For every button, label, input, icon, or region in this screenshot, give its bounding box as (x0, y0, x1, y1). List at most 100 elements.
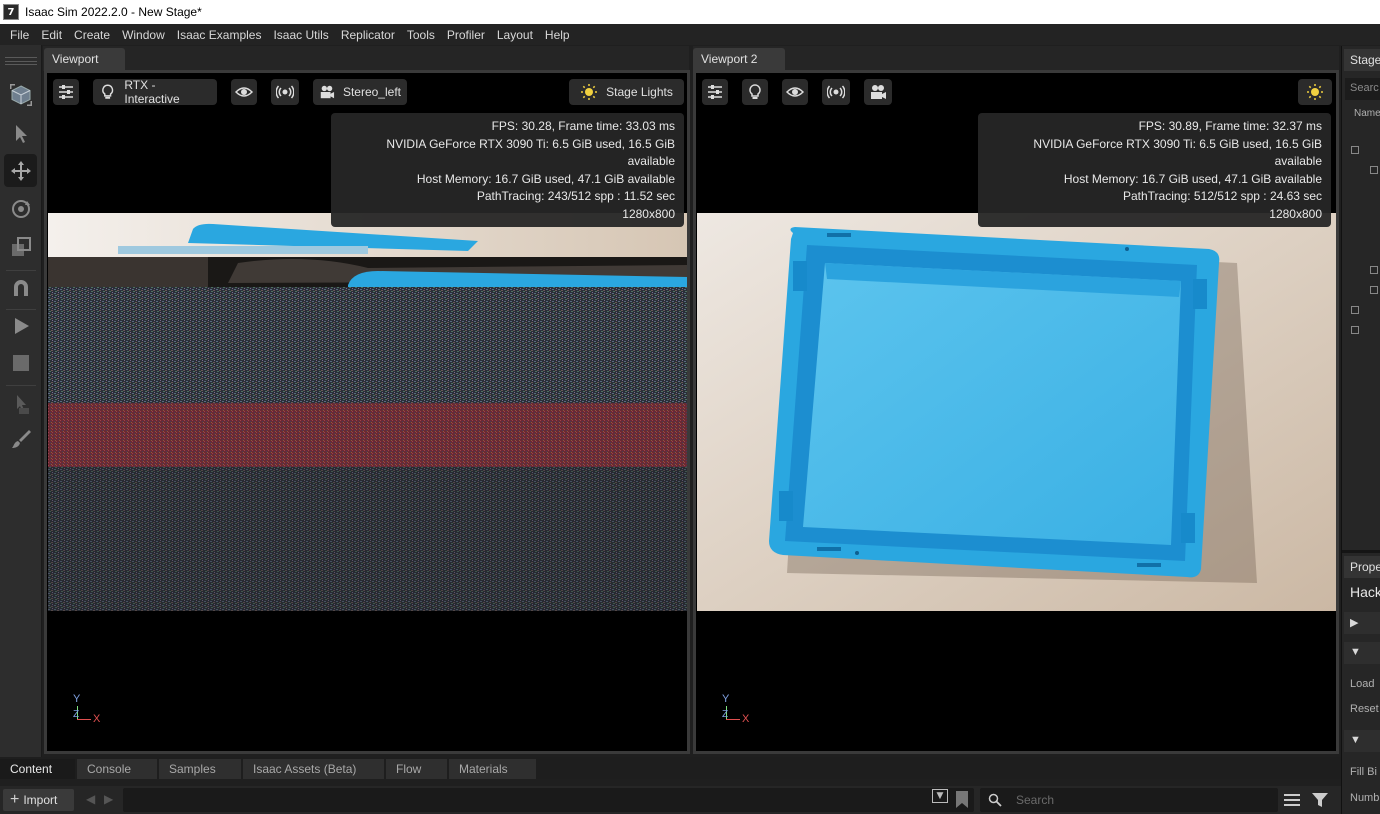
viewport-1[interactable]: RTX - Interactive Stereo_left Stage Ligh… (44, 70, 690, 754)
menu-help[interactable]: Help (539, 28, 576, 42)
move-icon[interactable] (4, 154, 37, 187)
import-button[interactable]: + Import (3, 789, 74, 811)
snap-magnet-icon[interactable] (4, 271, 37, 304)
title-bar: 7 Isaac Sim 2022.2.0 - New Stage* (0, 0, 1380, 24)
select-arrow-icon[interactable] (4, 117, 37, 150)
tree-collapse-icon[interactable] (1351, 146, 1359, 154)
tab-console[interactable]: Console (77, 759, 157, 779)
viewport2-lights-button[interactable] (1298, 79, 1332, 105)
scale-icon[interactable] (4, 230, 37, 263)
axis-gizmo: Y Z X (722, 693, 762, 729)
viewport-settings-button[interactable] (53, 79, 79, 105)
viewport-2-render (697, 213, 1336, 611)
property-row-fill-bin: Fill Bi (1350, 766, 1377, 778)
viewport-1-lights: Stage Lights (569, 79, 684, 105)
stage-lights-button[interactable]: Stage Lights (569, 79, 684, 105)
menu-bar: File Edit Create Window Isaac Examples I… (0, 24, 1380, 45)
viewport2-settings-button[interactable] (702, 79, 728, 105)
axis-x-label: X (742, 713, 750, 725)
bottom-tab-bar: Content Console Samples Isaac Assets (Be… (0, 757, 1341, 779)
property-row-reset[interactable]: Reset (1350, 703, 1379, 715)
menu-create[interactable]: Create (68, 28, 116, 42)
stop-icon[interactable] (4, 346, 37, 379)
axis-x-label: X (93, 713, 101, 725)
paint-brush-icon[interactable] (4, 422, 37, 455)
tree-expand-icon[interactable] (1351, 326, 1359, 334)
stage-column-name: Name (1354, 108, 1380, 119)
filter-icon[interactable] (1312, 793, 1328, 807)
axis-y-label: Y (73, 693, 81, 705)
content-search-input[interactable]: Search (980, 788, 1278, 812)
list-view-icon[interactable] (1284, 793, 1300, 807)
rotate-icon[interactable] (4, 192, 37, 225)
tab-flow[interactable]: Flow (386, 759, 447, 779)
select-mode-cube-icon[interactable] (4, 78, 37, 111)
viewport2-visibility-button[interactable] (782, 79, 808, 105)
property-row-load[interactable]: Load (1350, 678, 1374, 690)
property-section-expanded[interactable]: ▼ (1344, 642, 1380, 664)
menu-replicator[interactable]: Replicator (335, 28, 401, 42)
stage-search-input[interactable]: Searc (1345, 78, 1380, 100)
property-row-number: Numb (1350, 792, 1380, 804)
bookmark-icon[interactable] (956, 791, 968, 808)
selection-paint-icon[interactable] (4, 387, 37, 420)
menu-isaac-utils[interactable]: Isaac Utils (267, 28, 334, 42)
play-icon[interactable] (4, 309, 37, 342)
toolbar-grip[interactable] (5, 57, 37, 65)
window-title: Isaac Sim 2022.2.0 - New Stage* (25, 5, 202, 19)
fps-stat: FPS: 30.89, Frame time: 32.37 ms (1138, 119, 1322, 133)
settings-sliders-icon (708, 85, 722, 99)
lightbulb-icon (749, 84, 761, 99)
forward-arrow-icon[interactable]: ▶ (104, 792, 113, 806)
back-arrow-icon[interactable]: ◀ (86, 792, 95, 806)
menu-layout[interactable]: Layout (491, 28, 539, 42)
viewport-2-lights (1298, 79, 1332, 105)
toolbar-separator (6, 385, 36, 386)
gpu-stat: NVIDIA GeForce RTX 3090 Ti: 6.5 GiB used… (386, 136, 675, 169)
property-section-collapsed[interactable]: ▶ (1344, 612, 1380, 634)
pathtracing-stat: PathTracing: 512/512 spp : 24.63 sec (1122, 189, 1322, 203)
menu-edit[interactable]: Edit (35, 28, 68, 42)
tree-expand-icon[interactable] (1370, 286, 1378, 294)
tab-content[interactable]: Content (0, 759, 75, 779)
tab-stage[interactable]: Stage (1344, 49, 1380, 71)
panel-splitter[interactable] (1342, 550, 1380, 553)
sensor-button[interactable] (271, 79, 299, 105)
viewport2-renderer-button[interactable] (742, 79, 768, 105)
menu-isaac-examples[interactable]: Isaac Examples (171, 28, 268, 42)
search-placeholder: Search (1016, 793, 1055, 807)
axis-gizmo: Y Z X (73, 693, 113, 729)
menu-window[interactable]: Window (116, 28, 171, 42)
tab-property[interactable]: Prope (1344, 556, 1380, 578)
left-toolbar (0, 45, 42, 757)
host-memory-stat: Host Memory: 16.7 GiB used, 47.1 GiB ava… (416, 171, 675, 186)
broadcast-icon (276, 85, 294, 99)
host-memory-stat: Host Memory: 16.7 GiB used, 47.1 GiB ava… (1063, 171, 1322, 186)
fps-stat: FPS: 30.28, Frame time: 33.03 ms (491, 119, 675, 133)
tree-expand-icon[interactable] (1351, 306, 1359, 314)
camera-button[interactable]: Stereo_left (313, 79, 407, 105)
tab-viewport-2[interactable]: Viewport 2 (693, 48, 785, 70)
camera-icon (871, 85, 886, 99)
resolution-stat: 1280x800 (622, 206, 675, 221)
tab-materials[interactable]: Materials (449, 759, 536, 779)
tab-isaac-assets[interactable]: Isaac Assets (Beta) (243, 759, 384, 779)
sun-icon (1307, 84, 1323, 100)
viewport2-camera-button[interactable] (864, 79, 892, 105)
tab-samples[interactable]: Samples (159, 759, 241, 779)
menu-file[interactable]: File (4, 28, 35, 42)
renderer-button[interactable]: RTX - Interactive (93, 78, 217, 106)
settings-sliders-icon (59, 85, 73, 99)
visibility-button[interactable] (231, 79, 257, 105)
menu-profiler[interactable]: Profiler (441, 28, 491, 42)
menu-tools[interactable]: Tools (401, 28, 441, 42)
tree-expand-icon[interactable] (1370, 266, 1378, 274)
path-input[interactable] (123, 788, 974, 812)
tree-collapse-icon[interactable] (1370, 166, 1378, 174)
dropdown-arrow-icon[interactable]: ▼ (932, 789, 948, 803)
tab-viewport[interactable]: Viewport (44, 48, 125, 70)
property-section-expanded[interactable]: ▼ (1344, 730, 1380, 752)
viewport-2[interactable]: FPS: 30.89, Frame time: 32.37 ms NVIDIA … (693, 70, 1339, 754)
viewport-1-stats: FPS: 30.28, Frame time: 33.03 ms NVIDIA … (331, 113, 684, 227)
viewport2-sensor-button[interactable] (822, 79, 850, 105)
